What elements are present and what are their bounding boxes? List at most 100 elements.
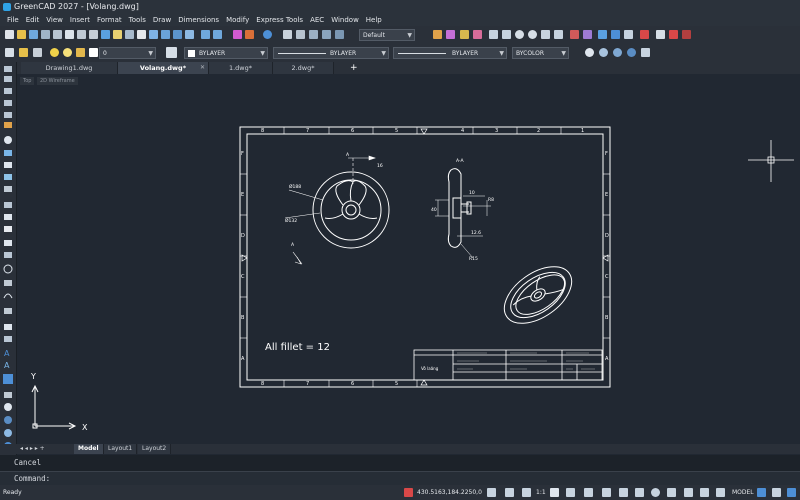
color-dropdown[interactable]: BYLAYER ▼ (184, 47, 268, 59)
layer-dropdown[interactable]: 0 ▼ (99, 47, 156, 59)
new-file-icon[interactable] (5, 30, 14, 39)
menu-file[interactable]: File (7, 14, 19, 26)
section-style-icon[interactable] (335, 30, 344, 39)
polyline-tool-icon[interactable] (446, 30, 455, 39)
sun-freeze-icon[interactable] (63, 48, 72, 57)
lock-icon[interactable] (76, 48, 85, 57)
otrack-icon[interactable] (602, 488, 611, 497)
polar-icon[interactable] (566, 488, 575, 497)
menu-dimensions[interactable]: Dimensions (178, 14, 219, 26)
menu-tools[interactable]: Tools (129, 14, 146, 26)
line-tool-icon[interactable] (433, 30, 442, 39)
explode-icon[interactable] (669, 30, 678, 39)
shade-icon[interactable] (599, 48, 608, 57)
layer-state-icon[interactable] (19, 48, 28, 57)
grid-icon[interactable] (505, 488, 514, 497)
erase-icon[interactable] (682, 30, 691, 39)
sphere-icon[interactable] (585, 48, 594, 57)
layout-nav-arrows-icon[interactable]: ◂ ◂ ▸ ▸ + (20, 444, 45, 454)
multileader-style-icon[interactable] (322, 30, 331, 39)
drawing-canvas[interactable]: Top 2D Wireframe 8 7 6 5 4 3 2 1 8 7 6 5 (17, 74, 800, 444)
dim-linear-icon[interactable] (489, 30, 498, 39)
tablet-icon[interactable] (700, 488, 709, 497)
zoom-realtime-icon[interactable] (149, 30, 158, 39)
menu-view[interactable]: View (46, 14, 63, 26)
copy-icon[interactable] (89, 30, 98, 39)
dim-style-icon[interactable] (296, 30, 305, 39)
menu-format[interactable]: Format (97, 14, 122, 26)
paste-icon[interactable] (101, 30, 110, 39)
tab-2[interactable]: 2.dwg* (273, 62, 334, 74)
transparency-icon[interactable] (635, 488, 644, 497)
extend-icon[interactable] (473, 30, 482, 39)
redo-icon[interactable] (213, 30, 222, 39)
print-icon[interactable] (41, 30, 50, 39)
tab-volang[interactable]: Volang.dwg* ✕ (118, 62, 209, 74)
light-settings-icon[interactable] (641, 48, 650, 57)
tolerance-icon[interactable] (583, 30, 592, 39)
zoom-previous-icon[interactable] (173, 30, 182, 39)
trim-icon[interactable] (460, 30, 469, 39)
dim-angular-icon[interactable] (541, 30, 550, 39)
menu-draw[interactable]: Draw (153, 14, 171, 26)
model-space-toggle[interactable]: MODEL (732, 485, 754, 500)
menu-aec[interactable]: AEC (310, 14, 324, 26)
help-icon[interactable] (263, 30, 272, 39)
dim-radius-icon[interactable] (515, 30, 524, 39)
mirror-icon[interactable] (656, 30, 665, 39)
dim-diameter-icon[interactable] (528, 30, 537, 39)
dim-edit-icon[interactable] (611, 30, 620, 39)
annotation-scale[interactable]: 1:1 (536, 485, 546, 500)
text-style-dropdown[interactable]: Default ▼ (359, 29, 415, 41)
tool-palettes-icon[interactable] (245, 30, 254, 39)
snap-icon[interactable] (487, 488, 496, 497)
selection-cycling-icon[interactable] (651, 488, 660, 497)
break-icon[interactable] (570, 30, 579, 39)
quick-properties-icon[interactable] (684, 488, 693, 497)
plotstyle-dropdown[interactable]: BYCOLOR ▼ (512, 47, 569, 59)
layer-previous-icon[interactable] (33, 48, 42, 57)
layout-tab-layout2[interactable]: Layout2 (138, 444, 172, 454)
menu-edit[interactable]: Edit (26, 14, 40, 26)
scissors-icon[interactable] (640, 30, 649, 39)
menu-modify[interactable]: Modify (226, 14, 249, 26)
dim-ordinate-icon[interactable] (554, 30, 563, 39)
text-style-icon[interactable] (283, 30, 292, 39)
make-current-layer-icon[interactable] (166, 47, 177, 58)
material-icon[interactable] (627, 48, 636, 57)
menu-window[interactable]: Window (331, 14, 359, 26)
zoom-window-icon[interactable] (161, 30, 170, 39)
zoom-extents-icon[interactable] (185, 30, 194, 39)
cut-icon[interactable] (77, 30, 86, 39)
annotation-visibility-icon[interactable] (550, 488, 559, 497)
save-icon[interactable] (29, 30, 38, 39)
design-center-icon[interactable] (233, 30, 242, 39)
menu-insert[interactable]: Insert (70, 14, 90, 26)
open-folder-icon[interactable] (17, 30, 26, 39)
dim-aligned-icon[interactable] (502, 30, 511, 39)
block-icon[interactable] (125, 30, 134, 39)
tab-drawing1[interactable]: Drawing1.dwg (21, 62, 118, 74)
isodraft-icon[interactable] (716, 488, 725, 497)
layer-manager-icon[interactable] (5, 48, 14, 57)
pan-icon[interactable] (137, 30, 146, 39)
render-icon[interactable] (613, 48, 622, 57)
layout-tab-model[interactable]: Model (74, 444, 104, 454)
publish-icon[interactable] (65, 30, 74, 39)
layout-tab-layout1[interactable]: Layout1 (104, 444, 138, 454)
lineweight-display-icon[interactable] (619, 488, 628, 497)
tab-1[interactable]: 1.dwg* (209, 62, 273, 74)
command-line[interactable]: Command: (0, 471, 800, 485)
lineweight-dropdown[interactable]: BYLAYER ▼ (393, 47, 507, 59)
gear-icon[interactable] (757, 488, 766, 497)
clean-screen-icon[interactable] (772, 488, 781, 497)
linetype-dropdown[interactable]: BYLAYER ▼ (273, 47, 389, 59)
light-bulb-icon[interactable] (50, 48, 59, 57)
close-tab-icon[interactable]: ✕ (200, 62, 205, 74)
osnap-icon[interactable] (584, 488, 593, 497)
menu-express-tools[interactable]: Express Tools (256, 14, 303, 26)
print-preview-icon[interactable] (53, 30, 62, 39)
match-properties-icon[interactable] (113, 30, 122, 39)
status-app-icon[interactable] (404, 488, 413, 497)
menu-help[interactable]: Help (366, 14, 382, 26)
